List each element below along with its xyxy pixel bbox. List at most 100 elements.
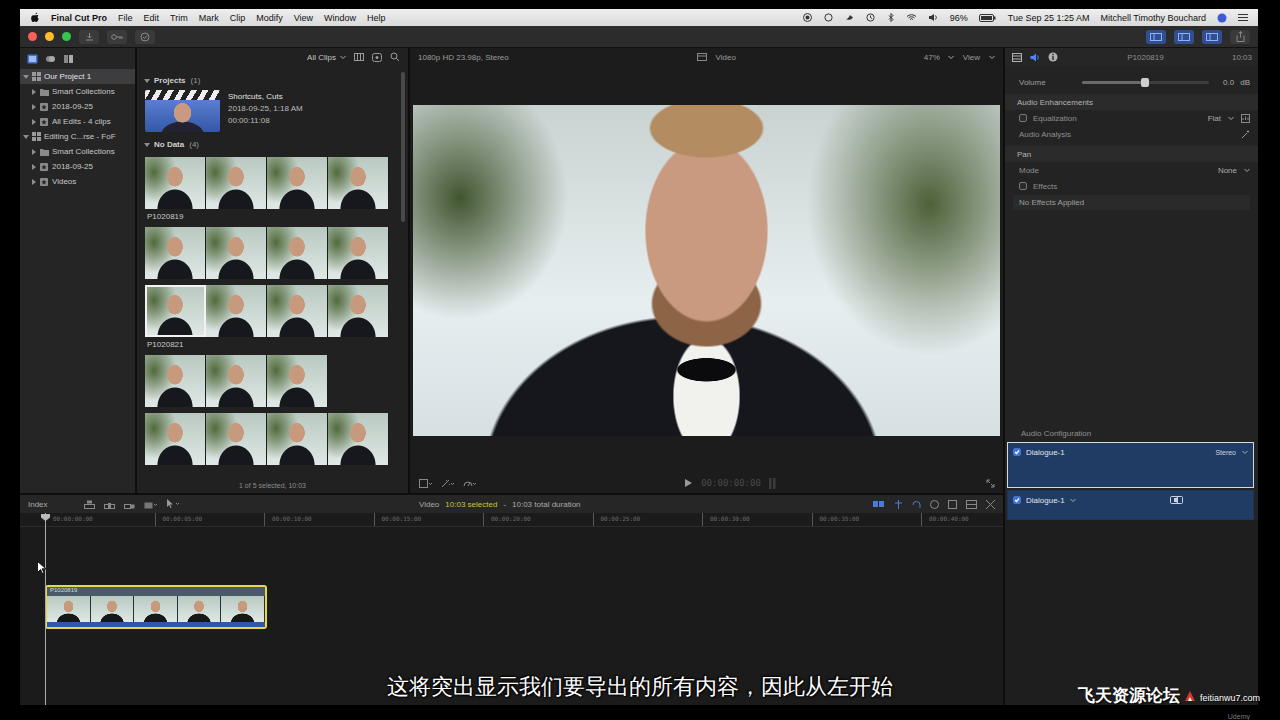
sync-icon[interactable] xyxy=(824,13,834,23)
share-button[interactable] xyxy=(1230,30,1250,44)
audio-inspector-tab-icon[interactable] xyxy=(1029,52,1041,63)
battery-icon[interactable] xyxy=(979,13,997,23)
library-item[interactable]: 2018-09-25 xyxy=(20,99,135,114)
notification-list-icon[interactable] xyxy=(1238,13,1248,23)
menu-item[interactable]: Window xyxy=(324,13,356,23)
clip-frame[interactable] xyxy=(206,355,267,407)
clip-frame[interactable] xyxy=(267,157,328,209)
menu-item[interactable]: Mark xyxy=(199,13,219,23)
library-item[interactable]: Smart Collections xyxy=(20,144,135,159)
overwrite-icon[interactable] xyxy=(144,499,158,509)
view-menu[interactable]: View xyxy=(963,53,980,62)
checkbox[interactable] xyxy=(1019,114,1027,122)
disclosure-triangle[interactable] xyxy=(32,149,36,155)
timeline-clip[interactable]: P1020819 xyxy=(45,585,267,629)
info-inspector-tab-icon[interactable] xyxy=(1047,52,1059,63)
clip-filmstrip-row[interactable] xyxy=(145,355,394,407)
disclosure-triangle[interactable] xyxy=(144,143,150,147)
clip-frame[interactable] xyxy=(328,285,389,337)
browser-toggle-button[interactable] xyxy=(1146,30,1166,44)
filmstrip-icon[interactable] xyxy=(353,52,364,62)
transform-icon[interactable] xyxy=(418,478,432,488)
time-machine-icon[interactable] xyxy=(866,13,876,23)
timeline-ruler[interactable]: 00:00:00:0000:00:05:0000:00:10:0000:00:1… xyxy=(20,513,1003,527)
video-audio-icon[interactable] xyxy=(872,499,885,509)
projects-section-header[interactable]: Projects(1) xyxy=(145,74,394,87)
eq-settings-icon[interactable] xyxy=(1240,113,1250,123)
clip-frame[interactable] xyxy=(206,285,267,337)
search-icon[interactable] xyxy=(389,52,400,62)
libraries-icon[interactable] xyxy=(26,53,38,64)
connect-icon[interactable] xyxy=(84,499,96,509)
disclosure-triangle[interactable] xyxy=(32,104,36,110)
clip-frame[interactable] xyxy=(267,227,328,279)
menu-item[interactable]: File xyxy=(118,13,133,23)
library-item[interactable]: Smart Collections xyxy=(20,84,135,99)
project-item[interactable]: Shortcuts, Cuts2018-09-25, 1:18 AM00:00:… xyxy=(145,87,394,138)
bird-icon[interactable] xyxy=(845,13,855,23)
audio-channel[interactable]: Dialogue-1 xyxy=(1007,490,1254,520)
clip-frame[interactable] xyxy=(328,413,389,465)
filmstrip[interactable] xyxy=(145,227,394,279)
zoom-button[interactable] xyxy=(62,32,71,41)
disclosure-triangle[interactable] xyxy=(23,135,29,139)
filmstrip[interactable] xyxy=(145,355,394,407)
enhance-icon[interactable] xyxy=(440,478,454,488)
clips-section-header[interactable]: No Data(4) xyxy=(145,138,394,151)
clip-filter[interactable]: All Clips xyxy=(307,53,346,62)
menu-item[interactable]: Modify xyxy=(256,13,283,23)
clip-appearance-icon[interactable] xyxy=(371,52,382,62)
wifi-icon[interactable] xyxy=(906,13,917,23)
disclosure-triangle[interactable] xyxy=(32,89,36,95)
inspector-toggle-button[interactable] xyxy=(1202,30,1222,44)
volume-slider-knob[interactable] xyxy=(1141,78,1149,87)
clip-frame[interactable] xyxy=(206,227,267,279)
volume-value[interactable]: 0.0 xyxy=(1223,78,1234,87)
volume-icon[interactable] xyxy=(928,13,939,23)
playhead[interactable] xyxy=(45,513,46,705)
append-icon[interactable] xyxy=(124,499,136,509)
zoom-level[interactable]: 47% xyxy=(924,53,940,62)
snapping-icon[interactable] xyxy=(947,499,957,509)
keywords-button[interactable] xyxy=(107,30,127,44)
clip-filmstrip-row[interactable] xyxy=(145,413,394,465)
filmstrip[interactable] xyxy=(145,285,394,337)
clip-appearance-icon[interactable] xyxy=(965,499,977,509)
clip-frame[interactable] xyxy=(145,157,206,209)
speaker-icon[interactable] xyxy=(1169,495,1183,505)
disclosure-triangle[interactable] xyxy=(32,119,36,125)
filmstrip[interactable] xyxy=(145,157,394,209)
clip-frame[interactable] xyxy=(267,285,328,337)
video-inspector-tab-icon[interactable] xyxy=(1011,52,1023,63)
skimming-icon[interactable] xyxy=(893,499,903,509)
library-item[interactable]: 2018-09-25 xyxy=(20,159,135,174)
menu-item[interactable]: Trim xyxy=(170,13,188,23)
disclosure-triangle[interactable] xyxy=(23,75,29,79)
index-button[interactable]: Index xyxy=(28,500,48,509)
audio-skimming-icon[interactable] xyxy=(911,499,921,509)
siri-icon[interactable] xyxy=(1217,13,1227,23)
clip-frame[interactable] xyxy=(145,355,206,407)
background-tasks-button[interactable] xyxy=(135,30,155,44)
clip-filmstrip-row[interactable] xyxy=(145,227,394,279)
solo-icon[interactable] xyxy=(929,499,939,509)
clip-frame[interactable] xyxy=(145,285,206,337)
checkbox[interactable] xyxy=(1013,496,1021,504)
browser-scrollbar[interactable] xyxy=(401,72,405,222)
minimize-button[interactable] xyxy=(45,32,54,41)
record-icon[interactable] xyxy=(803,13,813,23)
clip-filmstrip-row[interactable]: P1020821 xyxy=(145,285,394,349)
clip-frame[interactable] xyxy=(206,413,267,465)
checkbox[interactable] xyxy=(1013,448,1021,456)
volume-slider[interactable] xyxy=(1082,81,1209,84)
fullscreen-icon[interactable] xyxy=(985,478,995,488)
clip-frame[interactable] xyxy=(328,227,389,279)
channel-role[interactable]: Dialogue-1 xyxy=(1026,448,1065,457)
menu-item[interactable]: View xyxy=(294,13,313,23)
import-button[interactable] xyxy=(79,30,99,44)
menu-item[interactable]: Help xyxy=(367,13,386,23)
library-item[interactable]: All Edits - 4 clips xyxy=(20,114,135,129)
property-value[interactable]: None xyxy=(1218,166,1237,175)
disclosure-triangle[interactable] xyxy=(32,179,36,185)
insert-icon[interactable] xyxy=(104,499,116,509)
